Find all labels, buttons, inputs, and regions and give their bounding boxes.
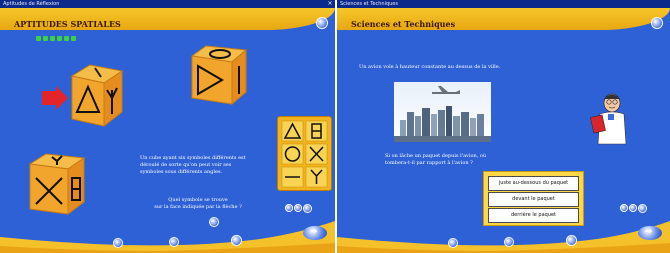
- left-titlebar-text: Aptitudes de Réflexion: [3, 1, 60, 7]
- progress-dot: [57, 36, 62, 41]
- progress-dots: [36, 36, 76, 41]
- symbol-circle[interactable]: [281, 143, 304, 165]
- left-close-icon[interactable]: [317, 18, 327, 28]
- left-bottom-bubble: [232, 236, 241, 245]
- cube-cross: [28, 153, 86, 215]
- right-titlebar-text: Sciences et Techniques: [340, 1, 398, 7]
- cube-with-arrow: [42, 64, 124, 128]
- symbol-y[interactable]: [305, 166, 328, 188]
- progress-dot: [50, 36, 55, 41]
- left-instruction-text: Un cube ayant six symboles différents es…: [140, 155, 246, 175]
- red-arrow-icon: [42, 86, 68, 110]
- right-window: Sciences et Techniques Sciences et Techn…: [337, 0, 670, 253]
- progress-dot: [43, 36, 48, 41]
- left-bottom-bubble: [114, 239, 122, 247]
- symbol-line[interactable]: [281, 166, 304, 188]
- right-close-icon[interactable]: [652, 18, 662, 28]
- left-titlebar: Aptitudes de Réflexion ×: [0, 0, 335, 8]
- right-question-text: Si on lâche un paquet depuis l'avion, où…: [385, 153, 487, 166]
- progress-dot: [71, 36, 76, 41]
- left-bottom-wave: [0, 221, 335, 253]
- left-window: Aptitudes de Réflexion × APTITUDES SPATI…: [0, 0, 335, 253]
- right-header-title: Sciences et Techniques: [351, 19, 456, 29]
- right-bottom-bubble: [449, 239, 457, 247]
- left-question-text: Quel symbole se trouve sur la face indiq…: [154, 197, 242, 210]
- symbol-cross[interactable]: [305, 143, 328, 165]
- right-header: Sciences et Techniques: [337, 8, 670, 30]
- cube-triangle: [190, 45, 248, 106]
- right-titlebar: Sciences et Techniques: [337, 0, 670, 8]
- progress-dot: [36, 36, 41, 41]
- symbol-rectangle[interactable]: [305, 120, 328, 142]
- right-next-arrow-icon[interactable]: ➔: [638, 226, 662, 240]
- answer-button-ahead[interactable]: devant le paquet: [488, 192, 579, 207]
- answer-button-below[interactable]: juste au-dessous du paquet: [488, 176, 579, 191]
- progress-dot: [64, 36, 69, 41]
- right-bubbles: [621, 205, 646, 212]
- right-bottom-bubble: [567, 236, 576, 245]
- scientist-icon: [590, 93, 627, 145]
- right-bottom-bubble: [505, 238, 513, 246]
- symbol-triangle[interactable]: [281, 120, 304, 142]
- left-bottom-bubble: [170, 238, 178, 246]
- symbol-panel: [277, 116, 332, 191]
- right-intro-text: Un avion vole à hauteur constante au des…: [359, 64, 501, 70]
- right-bottom-wave: [337, 221, 670, 253]
- left-header: APTITUDES SPATIALES: [0, 8, 335, 30]
- left-window-close-icon[interactable]: ×: [327, 0, 333, 8]
- left-next-arrow-icon[interactable]: ➔: [303, 226, 327, 240]
- city-photo: [394, 82, 491, 142]
- left-header-title: APTITUDES SPATIALES: [14, 19, 121, 29]
- left-bubbles: [286, 205, 311, 212]
